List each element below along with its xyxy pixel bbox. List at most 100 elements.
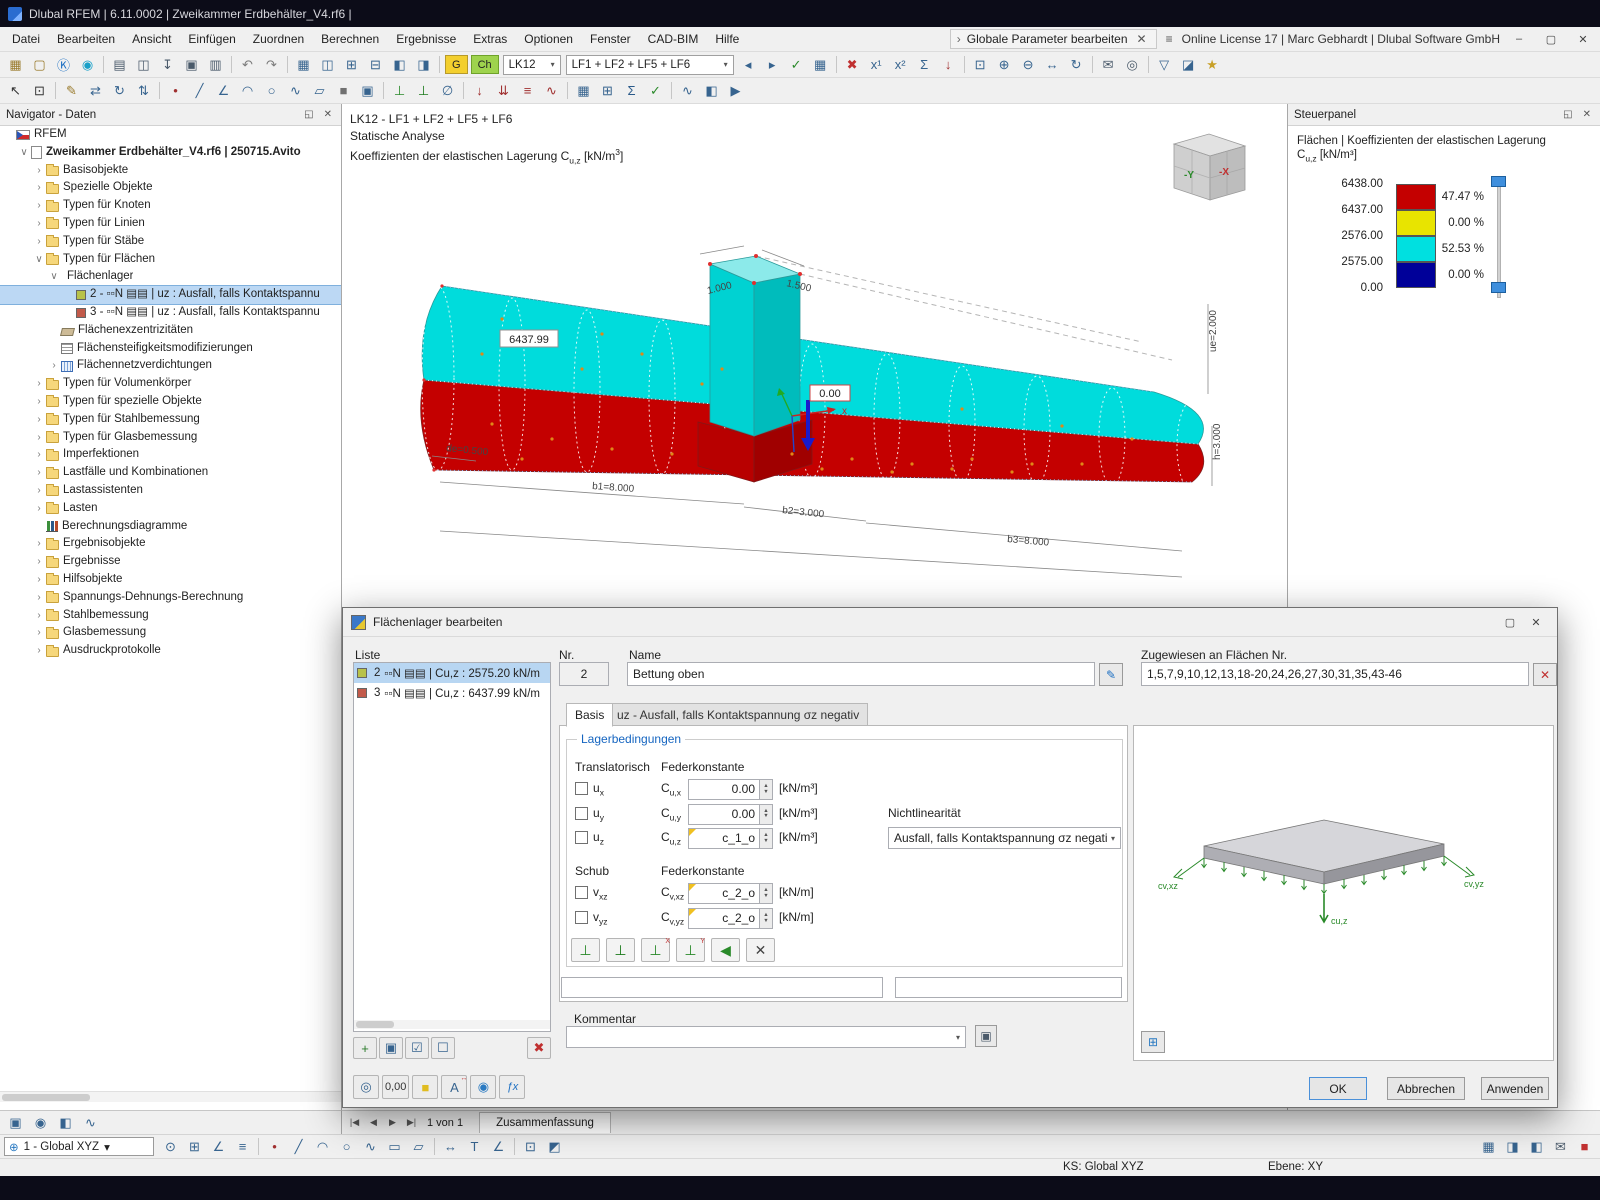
calculate-x2-icon[interactable]: x²: [889, 54, 912, 75]
tab-nonlinearity[interactable]: uz - Ausfall, falls Kontaktspannung σz n…: [608, 703, 869, 726]
next-loadcase-button[interactable]: ▸: [761, 54, 784, 75]
menu-zuordnen[interactable]: Zuordnen: [245, 28, 312, 50]
support-x-button[interactable]: ⊥ X: [641, 938, 670, 962]
loads-display-icon[interactable]: ↓: [937, 54, 960, 75]
ok-button[interactable]: OK: [1309, 1077, 1367, 1100]
expand-icon[interactable]: ›: [32, 642, 46, 660]
dock-pin-icon[interactable]: ◱: [1560, 109, 1575, 120]
grid-icon[interactable]: ⊞: [183, 1136, 206, 1157]
tree-item-ergebnisobjekte[interactable]: › Ergebnisobjekte: [0, 535, 341, 553]
ortho-icon[interactable]: ∠: [207, 1136, 230, 1157]
tree-item-typen-f-r-spezielle-objekte[interactable]: › Typen für spezielle Objekte: [0, 393, 341, 411]
spin-down-icon[interactable]: ▼: [763, 813, 768, 820]
uncheck-all-button[interactable]: ☐: [431, 1037, 455, 1059]
result-diagram-icon[interactable]: ∿: [676, 80, 699, 101]
tree-item-spezielle-objekte[interactable]: › Spezielle Objekte: [0, 179, 341, 197]
spin-down-icon[interactable]: ▼: [763, 893, 768, 900]
menu-cad-bim[interactable]: CAD-BIM: [640, 28, 707, 50]
tree-item-berechnungsdiagramme[interactable]: Berechnungsdiagramme: [0, 518, 341, 536]
tree-item-basisobjekte[interactable]: › Basisobjekte: [0, 162, 341, 180]
record-icon[interactable]: ■: [1573, 1136, 1596, 1157]
tree-item-lastassistenten[interactable]: › Lastassistenten: [0, 482, 341, 500]
spin-down-icon[interactable]: ▼: [763, 918, 768, 925]
calculate-all-icon[interactable]: Σ: [913, 54, 936, 75]
units-settings-button[interactable]: A ↔: [441, 1075, 468, 1099]
permanent-loads-toggle[interactable]: G: [445, 55, 468, 74]
expand-icon[interactable]: ›: [32, 482, 46, 500]
decimal-places-button[interactable]: 0,00: [382, 1075, 410, 1099]
scale-slider[interactable]: [1491, 176, 1507, 298]
spin-down-icon[interactable]: ▼: [763, 838, 768, 845]
line-load-icon[interactable]: ⇊: [492, 80, 515, 101]
mesh-settings-icon[interactable]: ⊞: [596, 80, 619, 101]
expand-icon[interactable]: ›: [32, 624, 46, 642]
expand-icon[interactable]: ›: [32, 162, 46, 180]
draw-rect-icon[interactable]: ▭: [383, 1136, 406, 1157]
filter-objects-icon[interactable]: ▽: [1153, 54, 1176, 75]
dialog-maximize-button[interactable]: ▢: [1497, 613, 1523, 632]
collapse-icon[interactable]: ∨: [47, 268, 61, 286]
dialog-titlebar[interactable]: Flächenlager bearbeiten ▢ ✕: [343, 608, 1557, 637]
tree-item-lasten[interactable]: › Lasten: [0, 500, 341, 518]
tree-item-typen-f-r-linien[interactable]: › Typen für Linien: [0, 215, 341, 233]
collapse-icon[interactable]: ∨: [32, 251, 46, 269]
menu-hilfe[interactable]: Hilfe: [707, 28, 747, 50]
zoom-out-icon[interactable]: ⊖: [1017, 54, 1040, 75]
node-icon[interactable]: •: [164, 80, 187, 101]
select-pointer-icon[interactable]: ↖: [4, 80, 27, 101]
rfem-app-icon[interactable]: Ⓚ: [52, 54, 75, 75]
surface-icon[interactable]: ▱: [308, 80, 331, 101]
ux-value-field[interactable]: 0.00: [688, 779, 760, 800]
dialog-close-button[interactable]: ✕: [1523, 613, 1549, 632]
expand-icon[interactable]: ›: [32, 197, 46, 215]
expand-icon[interactable]: ›: [32, 393, 46, 411]
menu-bearbeiten[interactable]: Bearbeiten: [49, 28, 123, 50]
rotate-icon[interactable]: ↻: [108, 80, 131, 101]
line-support-icon[interactable]: ⊥: [412, 80, 435, 101]
tree-item-typen-f-r-volumenk-rper[interactable]: › Typen für Volumenkörper: [0, 375, 341, 393]
draw-spline-icon[interactable]: ∿: [359, 1136, 382, 1157]
snapshot-icon[interactable]: ◎: [1121, 54, 1144, 75]
tree-item-fl-chenexzentrizit-ten[interactable]: Flächenexzentrizitäten: [0, 322, 341, 340]
expand-icon[interactable]: ›: [32, 464, 46, 482]
tree-item-fl-chennetzverdichtungen[interactable]: › Flächennetzverdichtungen: [0, 357, 341, 375]
solid-icon[interactable]: ■: [332, 80, 355, 101]
quick-search-icon[interactable]: ≡: [1163, 32, 1176, 46]
navigator-toggle-icon[interactable]: ◧: [1525, 1136, 1548, 1157]
ux-checkbox[interactable]: [575, 782, 588, 795]
menu-ansicht[interactable]: Ansicht: [124, 28, 179, 50]
navigator-data-icon[interactable]: ▣: [4, 1112, 27, 1133]
check-model-icon[interactable]: ✓: [644, 80, 667, 101]
copy-comment-button[interactable]: ▣: [975, 1025, 997, 1047]
nodal-load-icon[interactable]: ↓: [468, 80, 491, 101]
display-properties-icon[interactable]: ◧: [388, 54, 411, 75]
expand-icon[interactable]: ›: [32, 535, 46, 553]
invert-selection-icon[interactable]: ◩: [543, 1136, 566, 1157]
tree-item-ergebnisse[interactable]: › Ergebnisse: [0, 553, 341, 571]
messages-icon[interactable]: ✉: [1549, 1136, 1572, 1157]
formula-button[interactable]: ƒx: [499, 1075, 526, 1099]
tree-item-typen-f-r-stahlbemessung[interactable]: › Typen für Stahlbemessung: [0, 411, 341, 429]
expand-icon[interactable]: ›: [32, 411, 46, 429]
expand-icon[interactable]: ›: [32, 571, 46, 589]
support-y-button[interactable]: ⊥ Y: [676, 938, 705, 962]
close-navigator-icon[interactable]: ✕: [321, 109, 335, 120]
tab-zusammenfassung[interactable]: Zusammenfassung: [479, 1112, 611, 1133]
tree-item-hilfsobjekte[interactable]: › Hilfsobjekte: [0, 571, 341, 589]
delete-results-icon[interactable]: ✖: [841, 54, 864, 75]
mirror-icon[interactable]: ⇅: [132, 80, 155, 101]
delete-list-item-button[interactable]: ✖: [527, 1037, 551, 1059]
new-model-icon[interactable]: ▦: [4, 54, 27, 75]
close-global-parameter-icon[interactable]: ✕: [1134, 32, 1150, 46]
expand-icon[interactable]: ›: [32, 375, 46, 393]
menu-fenster[interactable]: Fenster: [582, 28, 639, 50]
next-page-button[interactable]: ▶: [383, 1114, 402, 1131]
scrollbar-thumb[interactable]: [2, 1094, 90, 1101]
vxz-value-field[interactable]: c_2_o: [688, 883, 760, 904]
zoom-window-icon[interactable]: ⊡: [969, 54, 992, 75]
draw-arc-icon[interactable]: ◠: [311, 1136, 334, 1157]
ux-spinner[interactable]: ▲ ▼: [760, 779, 773, 800]
characteristic-toggle[interactable]: Ch: [470, 55, 499, 74]
tree-item-typen-f-r-knoten[interactable]: › Typen für Knoten: [0, 197, 341, 215]
display-settings-button[interactable]: ◉: [470, 1075, 497, 1099]
